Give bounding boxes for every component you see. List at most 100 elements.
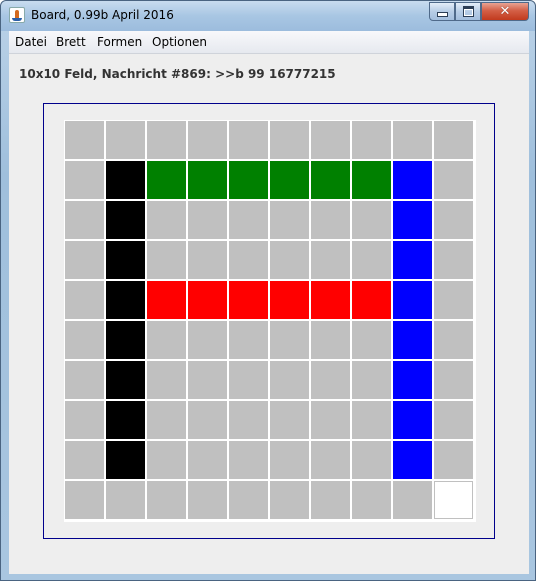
board-cell[interactable] bbox=[188, 361, 227, 399]
board-cell[interactable] bbox=[106, 441, 145, 479]
board-cell[interactable] bbox=[188, 241, 227, 279]
board-cell[interactable] bbox=[434, 241, 473, 279]
board-cell[interactable] bbox=[393, 361, 432, 399]
board-cell[interactable] bbox=[229, 321, 268, 359]
board-cell[interactable] bbox=[188, 121, 227, 159]
board-cell[interactable] bbox=[229, 441, 268, 479]
board-cell[interactable] bbox=[311, 321, 350, 359]
board-cell[interactable] bbox=[393, 161, 432, 199]
board-cell[interactable] bbox=[393, 201, 432, 239]
board-cell[interactable] bbox=[65, 401, 104, 439]
board-cell[interactable] bbox=[229, 361, 268, 399]
menu-formen[interactable]: Formen bbox=[97, 35, 142, 49]
board-cell[interactable] bbox=[65, 441, 104, 479]
board-cell[interactable] bbox=[434, 401, 473, 439]
board-cell[interactable] bbox=[147, 361, 186, 399]
board-cell[interactable] bbox=[270, 321, 309, 359]
board-cell[interactable] bbox=[311, 121, 350, 159]
board-cell[interactable] bbox=[188, 161, 227, 199]
board-cell[interactable] bbox=[106, 401, 145, 439]
board-cell[interactable] bbox=[229, 201, 268, 239]
board-cell[interactable] bbox=[270, 161, 309, 199]
board-cell[interactable] bbox=[311, 441, 350, 479]
board-grid[interactable] bbox=[64, 120, 476, 522]
board-cell[interactable] bbox=[147, 281, 186, 319]
board-cell[interactable] bbox=[147, 481, 186, 519]
board-cell[interactable] bbox=[65, 321, 104, 359]
board-cell[interactable] bbox=[311, 161, 350, 199]
close-button[interactable]: ✕ bbox=[481, 2, 529, 21]
board-cell[interactable] bbox=[270, 401, 309, 439]
menu-brett[interactable]: Brett bbox=[56, 35, 86, 49]
board-cell[interactable] bbox=[270, 361, 309, 399]
board-cell[interactable] bbox=[106, 361, 145, 399]
board-cell[interactable] bbox=[352, 401, 391, 439]
board-cell[interactable] bbox=[147, 241, 186, 279]
board-cell[interactable] bbox=[352, 121, 391, 159]
board-cell[interactable] bbox=[65, 121, 104, 159]
board-cell[interactable] bbox=[352, 281, 391, 319]
board-cell[interactable] bbox=[270, 281, 309, 319]
maximize-button[interactable] bbox=[455, 2, 481, 21]
board-cell[interactable] bbox=[393, 321, 432, 359]
board-cell[interactable] bbox=[352, 241, 391, 279]
menu-optionen[interactable]: Optionen bbox=[152, 35, 207, 49]
board-cell[interactable] bbox=[106, 201, 145, 239]
board-cell[interactable] bbox=[393, 401, 432, 439]
board-cell[interactable] bbox=[106, 481, 145, 519]
board-cell[interactable] bbox=[393, 121, 432, 159]
board-cell[interactable] bbox=[311, 241, 350, 279]
title-bar[interactable]: Board, 0.99b April 2016 ✕ bbox=[1, 1, 535, 31]
board-cell[interactable] bbox=[65, 481, 104, 519]
board-cell[interactable] bbox=[434, 281, 473, 319]
board-cell[interactable] bbox=[106, 321, 145, 359]
board-cell[interactable] bbox=[311, 401, 350, 439]
board-cell[interactable] bbox=[229, 121, 268, 159]
board-cell[interactable] bbox=[65, 161, 104, 199]
board-cell[interactable] bbox=[352, 161, 391, 199]
minimize-button[interactable] bbox=[429, 2, 455, 21]
board-cell[interactable] bbox=[434, 321, 473, 359]
board-cell[interactable] bbox=[147, 121, 186, 159]
board-cell[interactable] bbox=[65, 361, 104, 399]
board-cell[interactable] bbox=[311, 481, 350, 519]
board-cell[interactable] bbox=[106, 161, 145, 199]
board-cell[interactable] bbox=[188, 481, 227, 519]
board-cell[interactable] bbox=[352, 361, 391, 399]
menu-datei[interactable]: Datei bbox=[15, 35, 47, 49]
board-cell[interactable] bbox=[188, 281, 227, 319]
board-cell[interactable] bbox=[270, 201, 309, 239]
board-cell[interactable] bbox=[352, 481, 391, 519]
java-icon[interactable] bbox=[9, 7, 25, 23]
board-cell[interactable] bbox=[270, 241, 309, 279]
board-cell[interactable] bbox=[65, 241, 104, 279]
board-cell[interactable] bbox=[106, 281, 145, 319]
board-cell[interactable] bbox=[229, 401, 268, 439]
board-cell[interactable] bbox=[311, 281, 350, 319]
board-cell[interactable] bbox=[229, 281, 268, 319]
board-cell[interactable] bbox=[270, 121, 309, 159]
board-cell[interactable] bbox=[311, 201, 350, 239]
board-cell[interactable] bbox=[434, 361, 473, 399]
board-cell[interactable] bbox=[229, 481, 268, 519]
board-cell[interactable] bbox=[393, 481, 432, 519]
board-cell[interactable] bbox=[106, 121, 145, 159]
board-cell[interactable] bbox=[147, 401, 186, 439]
board-cell[interactable] bbox=[188, 321, 227, 359]
board-cell[interactable] bbox=[188, 441, 227, 479]
board-cell[interactable] bbox=[270, 481, 309, 519]
board-cell[interactable] bbox=[147, 161, 186, 199]
board-cell[interactable] bbox=[434, 121, 473, 159]
board-cell[interactable] bbox=[393, 441, 432, 479]
board-cell[interactable] bbox=[147, 321, 186, 359]
board-cell[interactable] bbox=[188, 401, 227, 439]
board-cell[interactable] bbox=[188, 201, 227, 239]
board-cell[interactable] bbox=[229, 161, 268, 199]
board-cell[interactable] bbox=[434, 481, 473, 519]
board-cell[interactable] bbox=[434, 161, 473, 199]
board-cell[interactable] bbox=[65, 281, 104, 319]
board-cell[interactable] bbox=[352, 441, 391, 479]
board-cell[interactable] bbox=[352, 201, 391, 239]
board-cell[interactable] bbox=[352, 321, 391, 359]
board-cell[interactable] bbox=[311, 361, 350, 399]
